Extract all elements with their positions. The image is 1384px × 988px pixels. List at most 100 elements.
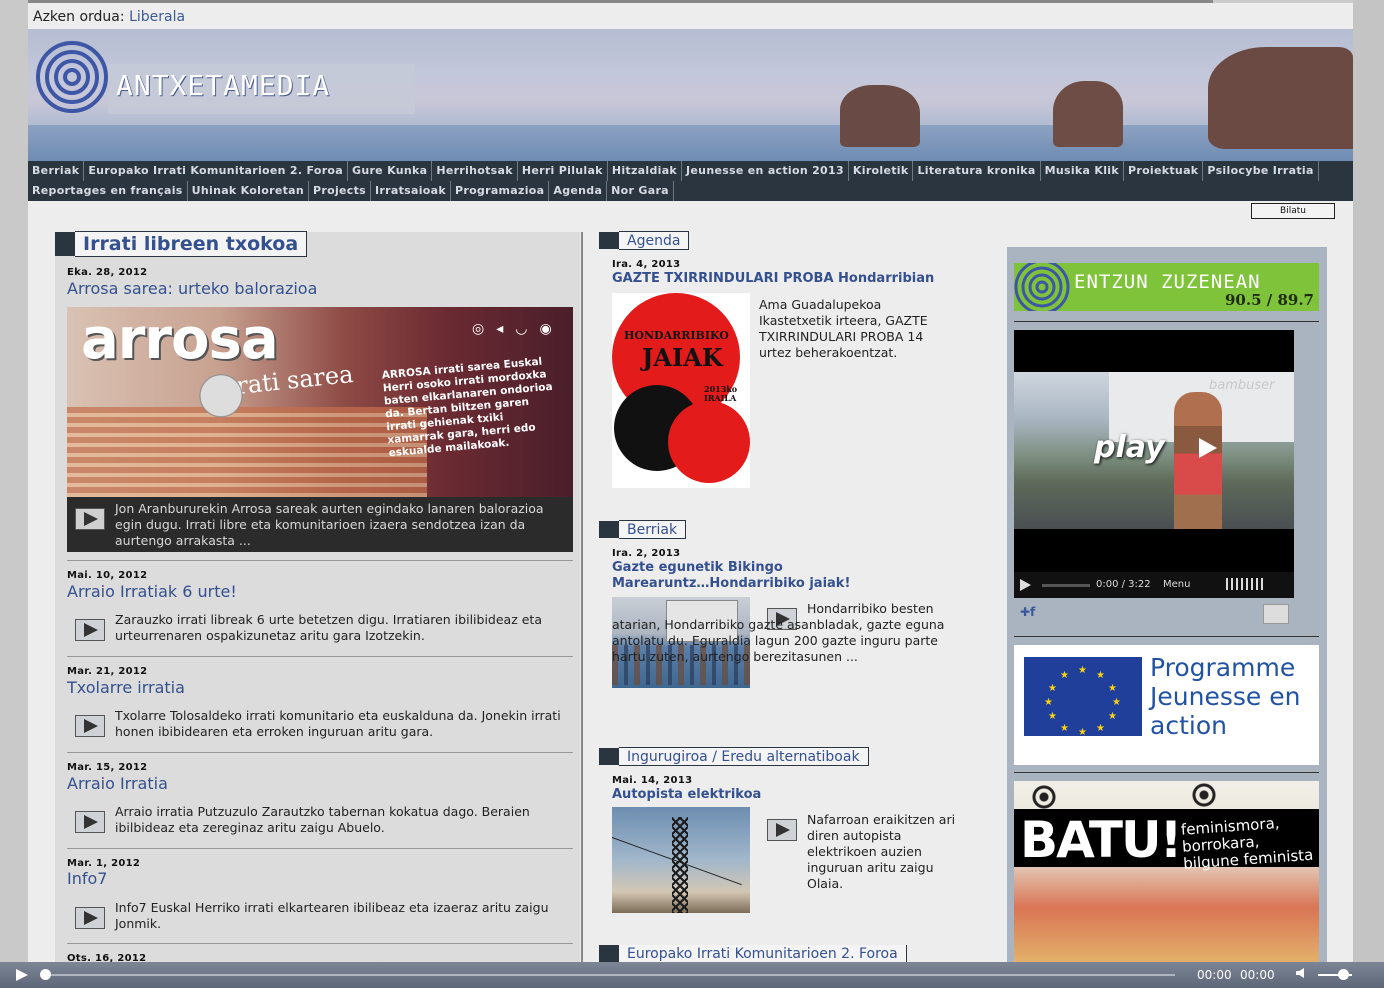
post-title[interactable]: Info7 [67, 869, 107, 888]
post-audio-bar: Jon Aranbururekin Arrosa sareak aurten e… [67, 497, 573, 552]
poster-red-circle [668, 401, 750, 483]
divider [67, 656, 573, 657]
site-banner: ANTXETAMEDIA [28, 29, 1353, 161]
eu-flag-icon: ★ ★ ★ ★ ★ ★ ★ ★ ★ ★ ★ ★ [1024, 657, 1142, 738]
programme-label: Programme Jeunesse en action [1150, 653, 1301, 740]
post-title[interactable]: Arraio Irratia [67, 774, 168, 793]
section-title-text[interactable]: Berriak [619, 520, 687, 539]
nav-item[interactable]: Gure Kunka [348, 161, 433, 181]
play-icon[interactable] [1020, 579, 1031, 591]
social-share-icon[interactable]: ✚f [1020, 605, 1035, 619]
post-title[interactable]: Gazte egunetik Bikingo Marearuntz…Hondar… [612, 560, 872, 592]
divider [1014, 636, 1319, 637]
media-player-bar: 00:00 00:00 [0, 962, 1384, 988]
nav-item[interactable]: Programazioa [451, 181, 550, 201]
section-title-text[interactable]: Ingurugiroa / Eredu alternatiboak [619, 747, 869, 766]
nav-row-1: Berriak Europako Irrati Komunitarioen 2.… [28, 161, 1319, 181]
jeunesse-banner[interactable]: ★ ★ ★ ★ ★ ★ ★ ★ ★ ★ ★ ★ Programme Jeunes… [1014, 645, 1319, 765]
arrosa-image[interactable]: arrosa irrati sarea ARROSA irrati sarea … [67, 307, 573, 497]
video-seek-bar[interactable] [1042, 584, 1090, 587]
nav-item[interactable]: Uhinak Koloretan [188, 181, 309, 201]
nav-item[interactable]: Projects [309, 181, 372, 201]
poster-text: JAIAK [642, 343, 723, 372]
nav-item[interactable]: Kiroletik [849, 161, 914, 181]
nav-item[interactable]: Herrihotsak [432, 161, 518, 181]
poster-text: HONDARRIBIKO [624, 329, 729, 342]
video-brand: bambuser [1209, 378, 1275, 393]
column-divider [581, 232, 583, 962]
photo-pylon [672, 817, 688, 913]
title-square [599, 748, 619, 765]
play-button[interactable] [75, 619, 105, 641]
main-navigation: Berriak Europako Irrati Komunitarioen 2.… [28, 161, 1353, 201]
nav-item[interactable]: Hitzaldiak [608, 161, 683, 181]
flag-icon[interactable] [1263, 604, 1289, 624]
play-button[interactable] [767, 819, 797, 841]
post-date: Mar. 1, 2012 [67, 858, 141, 869]
nav-item[interactable]: Jeunesse en action 2013 [682, 161, 849, 181]
section-title: Berriak [599, 520, 687, 539]
nav-item[interactable]: Nor Gara [607, 181, 674, 201]
play-icon[interactable] [1199, 438, 1217, 458]
nav-item[interactable]: Literatura kronika [913, 161, 1041, 181]
nav-item[interactable]: Psilocybe Irratia [1203, 161, 1319, 181]
pylon-photo[interactable] [612, 807, 750, 913]
post-title[interactable]: Autopista elektrikoa [612, 787, 761, 802]
post-date: Ira. 4, 2013 [612, 259, 681, 270]
banner-sea [28, 125, 1353, 161]
progress-track[interactable] [50, 974, 1175, 976]
section-title-text[interactable]: Europako Irrati Komunitarioen 2. Foroa [619, 945, 907, 962]
play-button[interactable] [75, 811, 105, 833]
nav-item[interactable]: Agenda [549, 181, 608, 201]
post-title[interactable]: Arrosa sarea: urteko balorazioa [67, 279, 317, 298]
left-box-title: Irrati libreen txokoa [55, 231, 308, 257]
post-date: Eka. 28, 2012 [67, 267, 148, 278]
nav-row-2: Reportages en français Uhinak Koloretan … [28, 181, 674, 201]
post-excerpt: Zarauzko irrati libreak 6 urte betetzen … [115, 612, 542, 643]
last-order-link[interactable]: Liberala [129, 9, 185, 25]
nav-item[interactable]: Berriak [28, 161, 85, 181]
nav-item[interactable]: Proiektuak [1124, 161, 1204, 181]
play-button[interactable] [75, 508, 105, 530]
post-excerpt: Jon Aranbururekin Arrosa sareak aurten e… [115, 501, 544, 548]
site-logo-text[interactable]: ANTXETAMEDIA [116, 69, 330, 102]
volume-icon[interactable] [1226, 578, 1266, 590]
video-scene [1174, 392, 1222, 529]
section-title: Agenda [599, 231, 690, 250]
play-button[interactable] [75, 907, 105, 929]
video-time: 0:00 / 3:22 [1096, 579, 1151, 590]
nav-item[interactable]: Musika Klik [1041, 161, 1124, 181]
post-excerpt: Ama Guadalupekoa Ikastetxetik irteera, G… [759, 297, 928, 360]
divider [67, 848, 573, 849]
speaker-icon[interactable] [1296, 968, 1304, 978]
video-controls: 0:00 / 3:22 Menu [1014, 572, 1294, 598]
nav-item[interactable]: Herri Pilulak [518, 161, 608, 181]
frequency-label: 90.5 / 89.7 [1225, 291, 1314, 309]
section-title-text[interactable]: Agenda [619, 231, 690, 250]
post-title[interactable]: Txolarre irratia [67, 678, 185, 697]
video-player[interactable]: bambuser play 0:00 / 3:22 Menu [1014, 330, 1294, 598]
progress-knob[interactable] [40, 969, 51, 980]
media-icons: ◎◂◡◉ [472, 321, 564, 337]
last-order-label: Azken ordua: [33, 9, 125, 25]
post-title[interactable]: GAZTE TXIRRINDULARI PROBA Hondarribian [612, 271, 934, 286]
video-play-label[interactable]: play [1094, 430, 1165, 465]
banner-rock [1208, 47, 1353, 149]
post-title[interactable]: Arraio Irratiak 6 urte! [67, 582, 237, 601]
listen-live-banner[interactable]: ENTZUN ZUZENEAN 90.5 / 89.7 [1014, 263, 1319, 311]
search-button[interactable]: Bilatu [1251, 203, 1335, 219]
volume-knob[interactable] [1338, 969, 1349, 980]
logo-spiral-icon[interactable] [34, 35, 112, 119]
video-menu-button[interactable]: Menu [1163, 579, 1190, 590]
batu-banner[interactable]: BATU! feminismora, borrokara, bilgune fe… [1014, 781, 1319, 962]
post-date: Mar. 21, 2012 [67, 666, 148, 677]
banner-rock [840, 85, 920, 147]
jaiak-poster-image[interactable]: HONDARRIBIKO JAIAK 2013ko IRAILA [612, 293, 750, 488]
play-button[interactable] [75, 715, 105, 737]
microphone-icon [192, 367, 250, 482]
nav-item[interactable]: Europako Irrati Komunitarioen 2. Foroa [84, 161, 348, 181]
play-icon[interactable] [16, 969, 28, 981]
poster-text: 2013ko IRAILA [704, 384, 738, 403]
nav-item[interactable]: Reportages en français [28, 181, 188, 201]
nav-item[interactable]: Irratsaioak [371, 181, 451, 201]
